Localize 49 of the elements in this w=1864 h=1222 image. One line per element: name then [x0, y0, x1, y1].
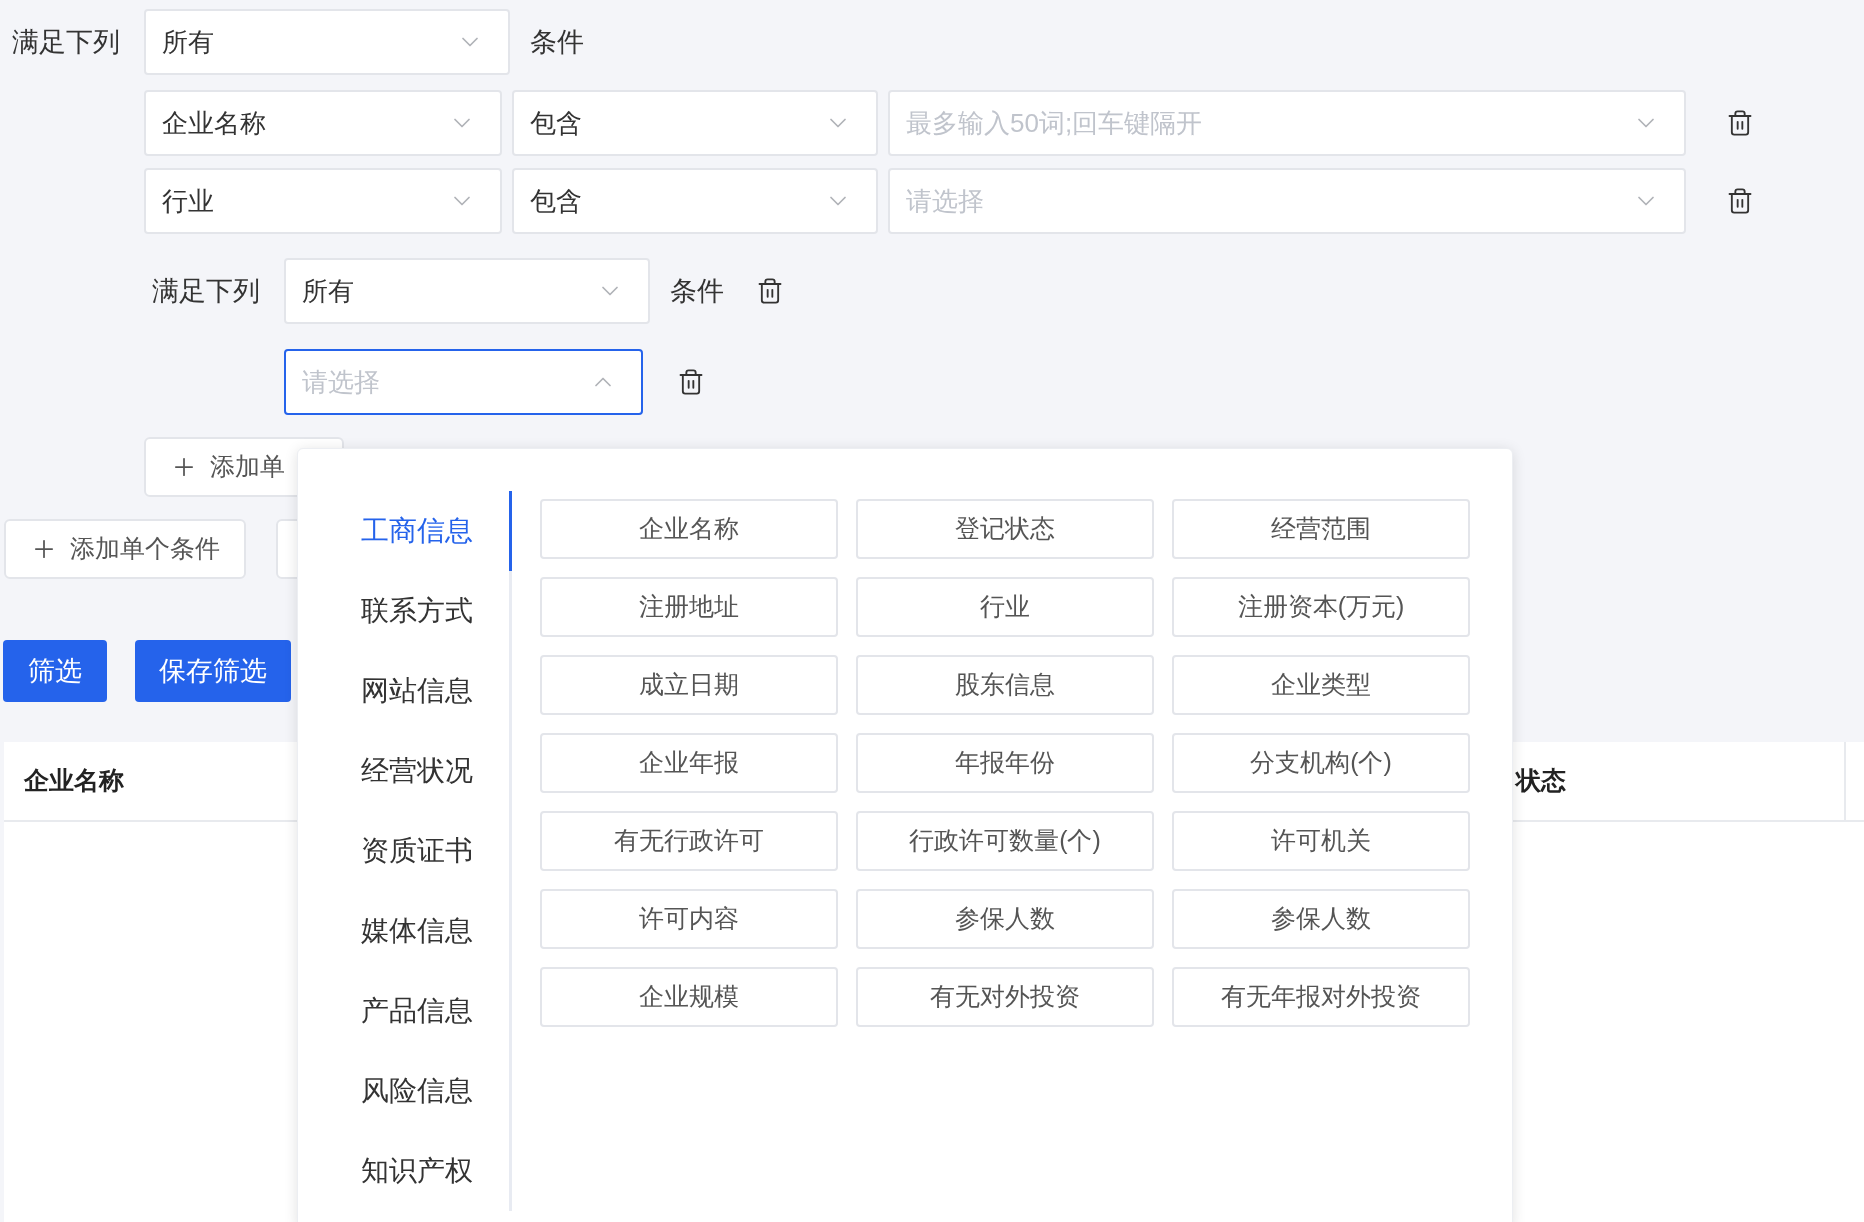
column-header: 状态: [1516, 765, 1566, 797]
delete-icon[interactable]: [1726, 187, 1754, 215]
condition-label: 条件: [670, 274, 724, 308]
field-option[interactable]: 企业名称: [540, 499, 838, 559]
condition-label: 条件: [530, 25, 584, 59]
field-option[interactable]: 行业: [856, 577, 1154, 637]
delete-icon[interactable]: [1726, 109, 1754, 137]
select-field[interactable]: 所有: [144, 9, 510, 75]
field-option[interactable]: 企业年报: [540, 733, 838, 793]
field-option[interactable]: 参保人数: [856, 889, 1154, 949]
category-tab[interactable]: 经营状况: [298, 731, 512, 811]
category-tab[interactable]: 风险信息: [298, 1051, 512, 1131]
field-option[interactable]: 股东信息: [856, 655, 1154, 715]
column-header: 企业名称: [24, 765, 124, 797]
field-option[interactable]: 许可内容: [540, 889, 838, 949]
select-field[interactable]: 所有: [284, 258, 650, 324]
field-option[interactable]: 许可机关: [1172, 811, 1470, 871]
field-option[interactable]: 企业类型: [1172, 655, 1470, 715]
select-field[interactable]: 包含: [512, 90, 878, 156]
select-field[interactable]: 包含: [512, 168, 878, 234]
delete-icon[interactable]: [677, 368, 705, 396]
field-option[interactable]: 参保人数: [1172, 889, 1470, 949]
field-option[interactable]: 注册资本(万元): [1172, 577, 1470, 637]
category-tab[interactable]: 联系方式: [298, 571, 512, 651]
save-filter-button[interactable]: 保存筛选: [135, 640, 291, 702]
select-field[interactable]: 企业名称: [144, 90, 502, 156]
field-option[interactable]: 企业规模: [540, 967, 838, 1027]
category-tab[interactable]: 产品信息: [298, 971, 512, 1051]
field-option[interactable]: 年报年份: [856, 733, 1154, 793]
category-tab[interactable]: 媒体信息: [298, 891, 512, 971]
field-option[interactable]: 行政许可数量(个): [856, 811, 1154, 871]
field-option[interactable]: 有无行政许可: [540, 811, 838, 871]
field-option[interactable]: 注册地址: [540, 577, 838, 637]
category-tab[interactable]: 网站信息: [298, 651, 512, 731]
category-tab[interactable]: 工商信息: [298, 491, 512, 571]
select-field[interactable]: 行业: [144, 168, 502, 234]
delete-icon[interactable]: [756, 277, 784, 305]
add-condition-button[interactable]: 添加单个条件: [4, 519, 246, 579]
filter-button[interactable]: 筛选: [3, 640, 107, 702]
field-option[interactable]: 有无对外投资: [856, 967, 1154, 1027]
field-option[interactable]: 分支机构(个): [1172, 733, 1470, 793]
field-option[interactable]: 有无年报对外投资: [1172, 967, 1470, 1027]
field-option[interactable]: 成立日期: [540, 655, 838, 715]
field-option[interactable]: 登记状态: [856, 499, 1154, 559]
category-tab[interactable]: 资质证书: [298, 811, 512, 891]
condition-label: 满足下列: [152, 274, 261, 308]
condition-label: 满足下列: [12, 25, 121, 59]
field-option[interactable]: 经营范围: [1172, 499, 1470, 559]
category-tab[interactable]: 知识产权: [298, 1131, 512, 1211]
